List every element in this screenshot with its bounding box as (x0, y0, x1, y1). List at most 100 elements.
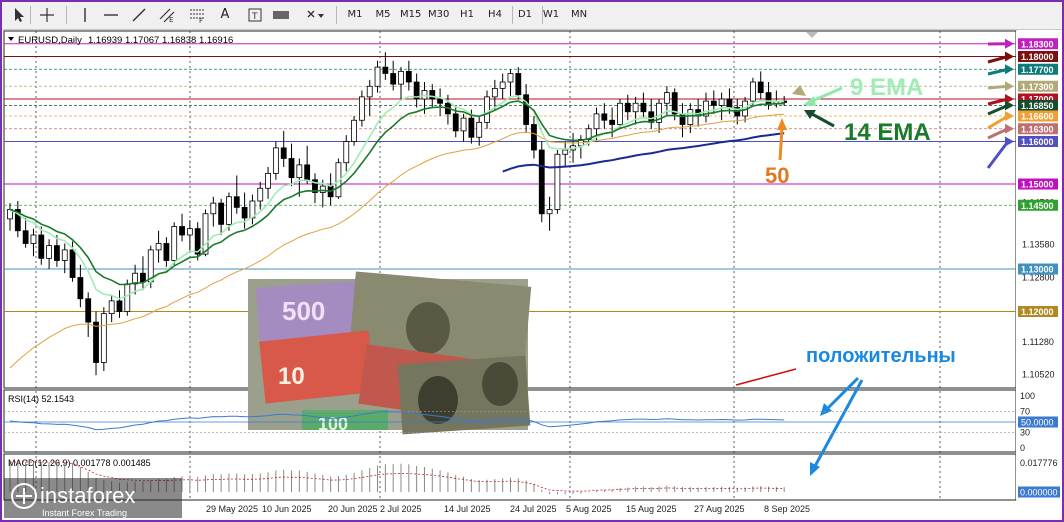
time-tick-label: 10 Jun 2025 (262, 504, 312, 514)
candle-body (272, 147, 279, 174)
candle-body (280, 147, 287, 159)
candle-body (46, 245, 52, 259)
candle-body (718, 98, 725, 106)
price-level-tag-label: 1.16000 (1021, 137, 1054, 147)
candle-body (640, 102, 647, 113)
price-tick-label: 1.13580 (1022, 239, 1055, 249)
ema9-label: 9 EMA (850, 74, 923, 101)
candle-body (421, 90, 428, 100)
price-level-tag-label: 1.14500 (1021, 201, 1054, 211)
candle-body (171, 226, 178, 261)
price-tick-label: 1.11280 (1022, 337, 1054, 347)
price-level-tag-label: 1.17700 (1021, 65, 1054, 75)
rsi-label: RSI(14) 52.1543 (8, 394, 74, 404)
candle-body (484, 96, 490, 123)
rsi-tick-label: 70 (1020, 407, 1030, 417)
candle-body (554, 153, 561, 210)
candle-body (69, 249, 76, 278)
candle-body (398, 70, 404, 85)
candle-body (476, 121, 483, 138)
candle-body (499, 81, 506, 89)
candle-body (663, 92, 670, 104)
candle-body (710, 100, 717, 106)
time-tick-label: 8 Sep 2025 (764, 504, 810, 514)
rsi-tick-label: 30 (1020, 427, 1030, 437)
candle-body (163, 243, 170, 261)
rsi-tick-label: 100 (1020, 391, 1035, 401)
candle-body (304, 164, 311, 181)
candle-body (257, 187, 264, 202)
candle-body (233, 196, 240, 208)
candle-body (38, 234, 45, 259)
candle-body (186, 228, 193, 236)
candle-body (562, 149, 569, 155)
candle-body (617, 102, 623, 125)
ma50-label: 50 (765, 163, 789, 188)
banknote-500-numeral: 500 (282, 296, 325, 326)
rsi-tick-label: 0 (1020, 443, 1025, 453)
candle-body (538, 149, 545, 215)
time-tick-label: 24 Jul 2025 (510, 504, 557, 514)
candle-body (507, 73, 514, 83)
candle-body (296, 164, 303, 179)
price-level-tag-label: 1.16850 (1021, 101, 1054, 111)
candle-body (155, 243, 162, 251)
candle-body (100, 313, 107, 363)
ema14-label: 14 EMA (844, 119, 931, 146)
candle-body (93, 321, 99, 363)
instaforex-watermark: instaforexInstant Forex Trading (4, 478, 182, 518)
candle-body (601, 113, 608, 121)
candle-body (531, 124, 537, 151)
candle-body (351, 119, 357, 142)
candle-body (437, 98, 444, 104)
candle-body (679, 113, 686, 125)
candle-body (319, 185, 326, 193)
candle-body (124, 283, 131, 312)
candle-body (358, 96, 365, 121)
price-level-tag-label: 1.18300 (1021, 39, 1054, 49)
candle-body (374, 66, 381, 87)
candle-body (226, 196, 232, 225)
price-level-tag-label: 1.16300 (1021, 124, 1054, 134)
macd-tick-label: 0.000000 (1020, 488, 1058, 498)
price-tick-label: 1.10520 (1022, 369, 1055, 379)
time-tick-label: 2 Jul 2025 (380, 504, 422, 514)
candle-body (288, 158, 295, 179)
candle-body (343, 141, 350, 164)
candle-body (405, 70, 412, 83)
candle-body (85, 298, 92, 323)
candle-body (77, 277, 84, 300)
candle-body (140, 272, 146, 283)
candle-body (460, 117, 467, 132)
candle-body (750, 81, 756, 102)
watermark-tagline: Instant Forex Trading (42, 508, 127, 518)
time-tick-label: 29 May 2025 (206, 504, 258, 514)
candle-body (390, 73, 397, 85)
candle-body (179, 226, 185, 236)
candle-body (546, 209, 553, 215)
positive-annotation: положительны (806, 345, 956, 367)
price-level-tag-label: 1.18000 (1021, 52, 1054, 62)
candle-body (515, 73, 522, 96)
candle-body (452, 113, 459, 132)
candle-body (609, 119, 616, 125)
banknote-10 (259, 330, 376, 404)
ohlc-values: 1.16939 1.17067 1.16838 1.16916 (88, 35, 233, 46)
candle-body (491, 87, 498, 98)
macd-tick-label: 0.017776 (1020, 458, 1058, 468)
candle-body (241, 206, 248, 219)
chart-area[interactable]: 1.145601.135801.128001.112801.105201.183… (0, 0, 1064, 522)
symbol-label: EURUSD,Daily (18, 35, 82, 46)
price-level-tag-label: 1.13000 (1021, 265, 1054, 275)
price-level-tag-label: 1.15000 (1021, 180, 1054, 190)
candle-body (54, 245, 60, 261)
candle-body (202, 213, 209, 255)
price-level-tag-label: 1.12000 (1021, 307, 1054, 317)
banknote-10-numeral: 10 (278, 363, 305, 390)
time-tick-label: 15 Aug 2025 (626, 504, 677, 514)
candle-body (218, 202, 225, 225)
candle-body (757, 81, 764, 94)
candle-body (523, 94, 530, 125)
candle-body (632, 102, 639, 113)
portrait-3 (482, 362, 518, 406)
